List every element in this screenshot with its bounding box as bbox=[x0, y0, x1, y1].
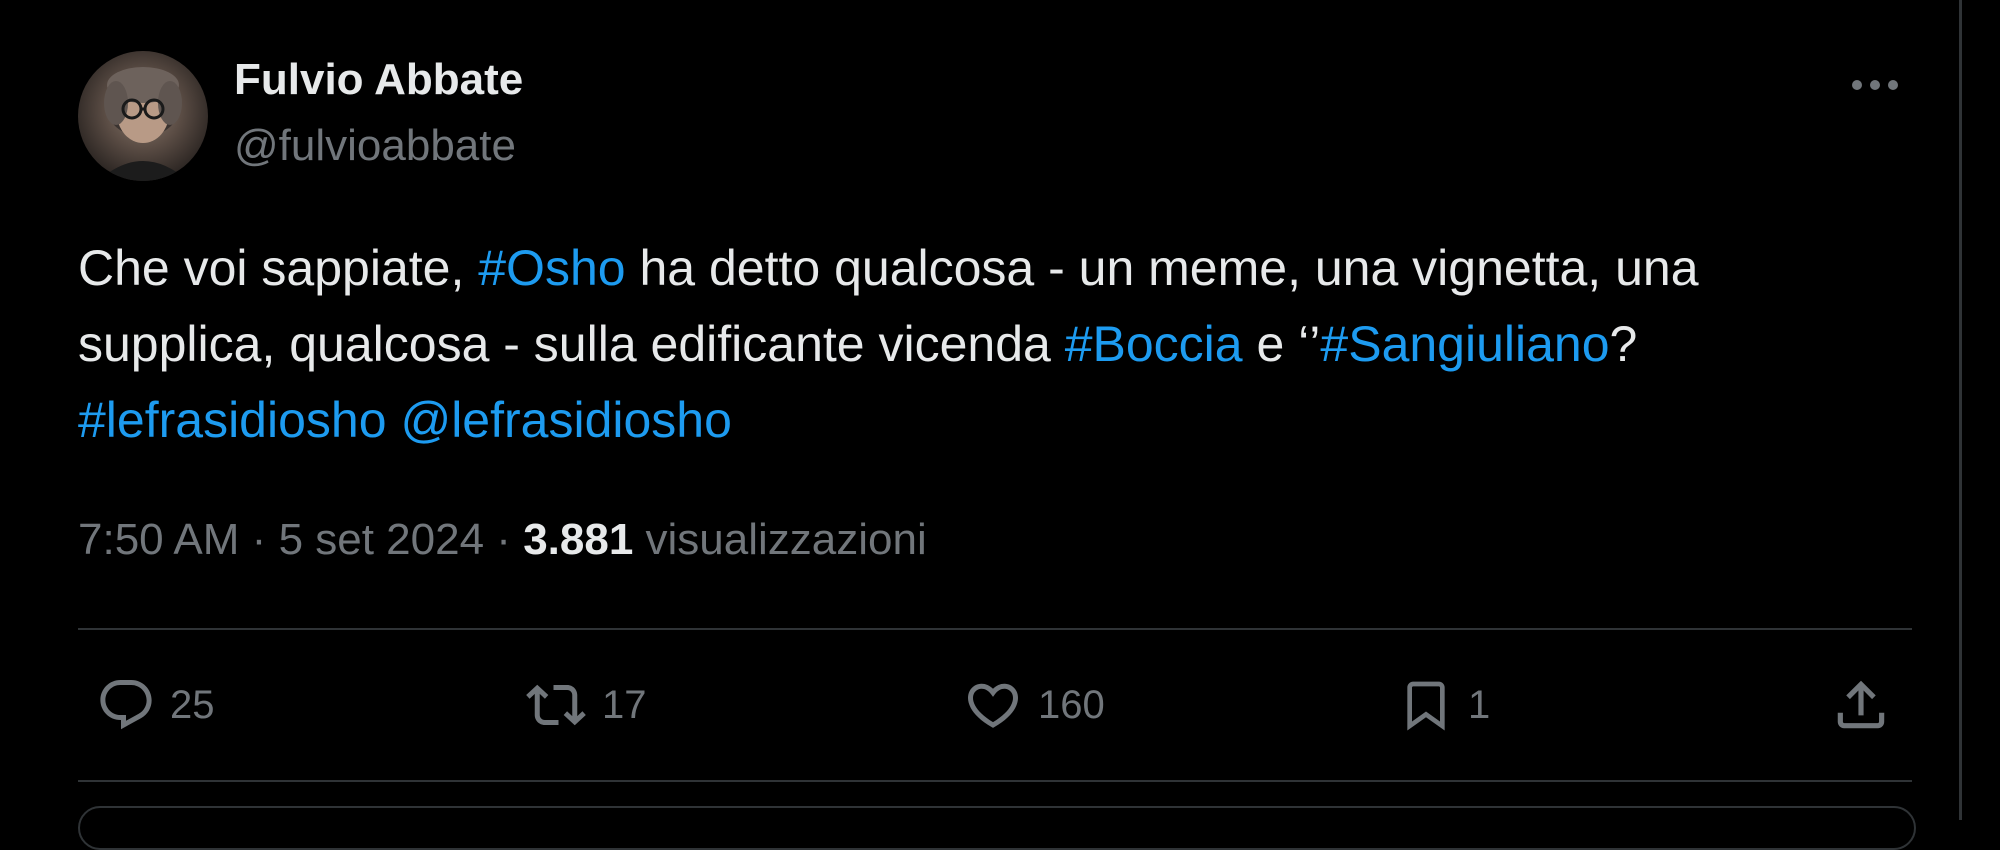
tweet-time[interactable]: 7:50 AM bbox=[78, 515, 239, 564]
hashtag-osho-link[interactable]: #Osho bbox=[478, 240, 625, 296]
reply-composer-edge bbox=[78, 806, 1916, 850]
like-icon bbox=[967, 683, 1019, 728]
tweet-card: Fulvio Abbate @fulvioabbate Che voi sapp… bbox=[0, 0, 1959, 850]
views-count: 3.881 bbox=[523, 515, 634, 564]
author-name[interactable]: Fulvio Abbate bbox=[234, 52, 523, 108]
reply-button[interactable]: 25 bbox=[96, 672, 215, 738]
more-options-button[interactable] bbox=[1840, 60, 1910, 110]
meta-separator: · bbox=[251, 515, 267, 564]
avatar[interactable] bbox=[78, 51, 208, 181]
column-border bbox=[1959, 0, 1962, 820]
tweet-text: Che voi sappiate, #Osho ha detto qualcos… bbox=[78, 230, 1878, 458]
bookmark-button[interactable]: 1 bbox=[1398, 672, 1490, 738]
bookmark-icon bbox=[1407, 681, 1445, 731]
reply-icon bbox=[100, 680, 152, 730]
tweet-text-segment: Che voi sappiate, bbox=[78, 240, 479, 296]
more-icon bbox=[1852, 80, 1898, 90]
repost-button[interactable]: 17 bbox=[524, 672, 647, 738]
meta-separator: · bbox=[496, 515, 511, 564]
repost-count: 17 bbox=[602, 683, 647, 727]
tweet-date[interactable]: 5 set 2024 bbox=[279, 515, 485, 564]
share-button[interactable] bbox=[1830, 672, 1892, 738]
repost-icon bbox=[526, 684, 586, 726]
share-icon bbox=[1837, 680, 1885, 729]
divider-top bbox=[78, 628, 1912, 630]
reply-count: 25 bbox=[170, 683, 215, 727]
tweet-meta: 7:50 AM · 5 set 2024 · 3.881 visualizzaz… bbox=[78, 510, 927, 570]
avatar-image bbox=[98, 67, 188, 181]
hashtag-boccia-link[interactable]: #Boccia bbox=[1065, 316, 1243, 372]
bookmark-count: 1 bbox=[1468, 683, 1491, 727]
mention-lefrasidiosho-link[interactable]: @lefrasidiosho bbox=[400, 392, 731, 448]
views-label: visualizzazioni bbox=[645, 515, 927, 564]
like-button[interactable]: 160 bbox=[962, 672, 1105, 738]
tweet-text-segment: e ‘’ bbox=[1242, 316, 1321, 372]
like-count: 160 bbox=[1038, 683, 1105, 727]
hashtag-sangiuliano-link[interactable]: #Sangiuliano bbox=[1320, 316, 1609, 372]
divider-bottom bbox=[78, 780, 1912, 782]
tweet-text-segment: ? bbox=[1609, 316, 1638, 372]
hashtag-lefrasidiosho-link[interactable]: #lefrasidiosho bbox=[78, 392, 387, 448]
tweet-text-segment bbox=[387, 392, 401, 448]
author-handle[interactable]: @fulvioabbate bbox=[234, 118, 516, 174]
